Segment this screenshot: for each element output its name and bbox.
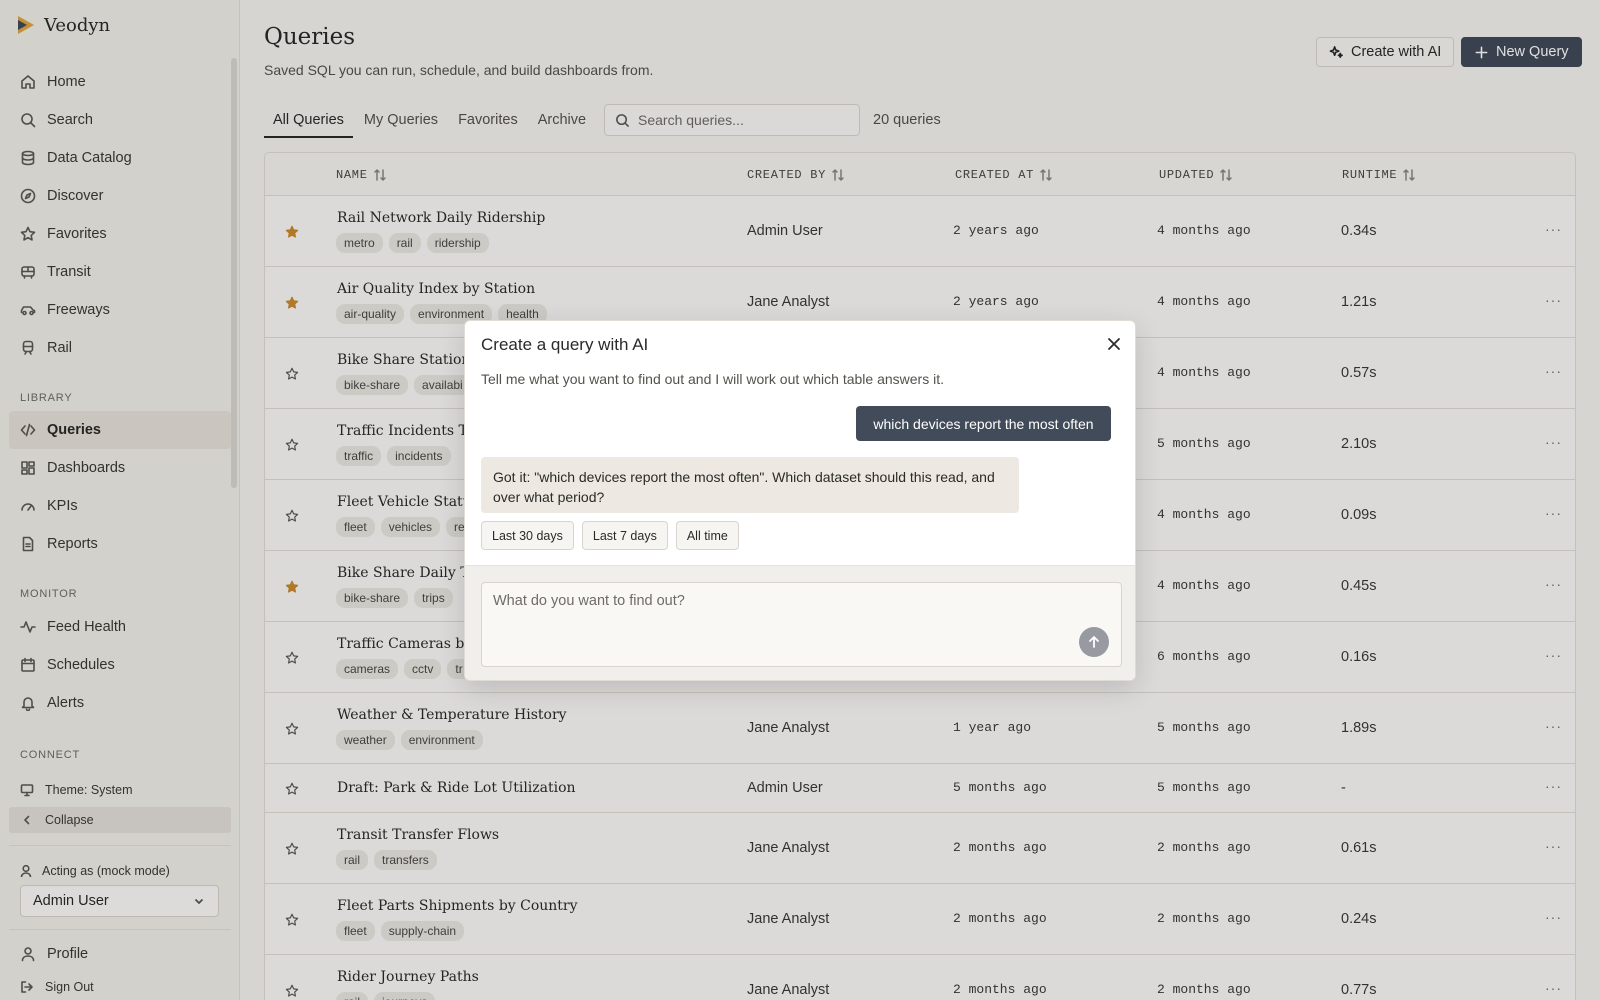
prompt-input[interactable]	[493, 593, 1053, 653]
composer-box	[481, 582, 1122, 667]
period-options: Last 30 days Last 7 days All time	[481, 521, 739, 550]
option-last-7-days[interactable]: Last 7 days	[581, 521, 668, 550]
close-button[interactable]	[1107, 337, 1121, 351]
composer	[465, 565, 1135, 680]
user-message: which devices report the most often	[856, 406, 1111, 441]
send-button[interactable]	[1079, 627, 1109, 657]
dialog-description: Tell me what you want to find out and I …	[481, 371, 944, 387]
arrow-up-icon	[1089, 636, 1099, 648]
assistant-message: Got it: "which devices report the most o…	[481, 457, 1019, 513]
option-last-30-days[interactable]: Last 30 days	[481, 521, 574, 550]
create-with-ai-dialog: Create a query with AI Tell me what you …	[464, 320, 1136, 681]
dialog-title: Create a query with AI	[481, 335, 649, 354]
option-all-time[interactable]: All time	[675, 521, 739, 550]
close-icon	[1108, 338, 1120, 350]
